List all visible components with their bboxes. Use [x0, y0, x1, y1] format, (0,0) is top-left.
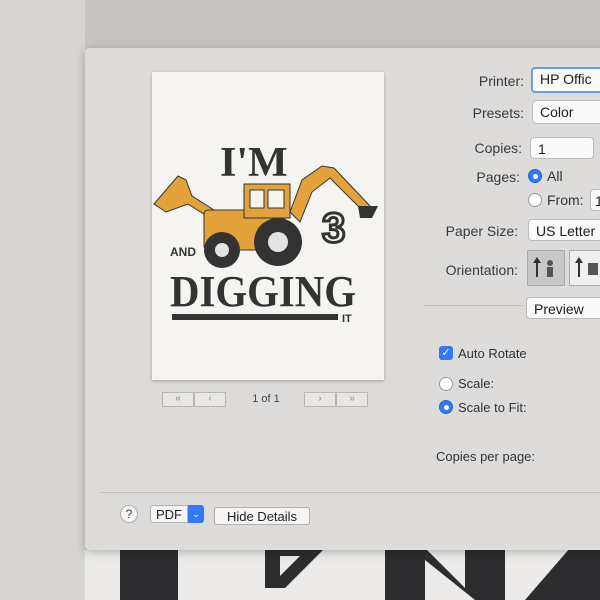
- copies-input[interactable]: 1: [530, 137, 594, 159]
- printer-label: Printer:: [478, 73, 524, 89]
- artwork-underline: [172, 314, 338, 320]
- paper-size-label: Paper Size:: [445, 223, 518, 239]
- previous-page-button[interactable]: ‹: [194, 392, 226, 407]
- hide-details-button[interactable]: Hide Details: [214, 507, 310, 525]
- portrait-icon: [533, 257, 553, 277]
- landscape-orientation-button[interactable]: [569, 250, 600, 286]
- copies-label: Copies:: [474, 140, 522, 156]
- paper-size-select[interactable]: US Letter: [528, 219, 600, 241]
- landscape-icon: [575, 257, 598, 277]
- artwork-title-im: I'M: [220, 140, 288, 186]
- pages-label: Pages:: [476, 169, 520, 185]
- preview-artwork: I'M 3 AND DIGGING IT: [153, 140, 378, 325]
- print-preview-page: I'M 3 AND DIGGING IT: [152, 72, 384, 380]
- pages-from-input[interactable]: 1: [590, 189, 600, 211]
- scale-to-fit-label: Scale to Fit:: [458, 400, 527, 415]
- next-page-button[interactable]: ›: [304, 392, 336, 407]
- background-window: [0, 0, 85, 600]
- background-letter-shape: [385, 548, 600, 600]
- artwork-number: 3: [322, 204, 345, 251]
- artwork-and: AND: [170, 245, 196, 259]
- copies-per-page-label: Copies per page:: [436, 449, 536, 464]
- printer-select[interactable]: HP Offic: [531, 67, 600, 93]
- artwork-digging: DIGGING: [170, 267, 356, 316]
- pages-from-radio[interactable]: [528, 193, 542, 207]
- pager-end: › »: [304, 392, 368, 407]
- footer-separator: [100, 492, 600, 493]
- pages-all-label: All: [547, 168, 563, 184]
- pdf-menu-button[interactable]: PDF: [150, 505, 188, 523]
- separator: [423, 305, 523, 306]
- pages-all-radio[interactable]: [528, 169, 542, 183]
- auto-rotate-label: Auto Rotate: [458, 346, 527, 361]
- orientation-label: Orientation:: [445, 262, 518, 278]
- background-letter-shape: [120, 548, 178, 600]
- background-letter-shape: [265, 548, 325, 588]
- artwork-it: IT: [342, 313, 352, 325]
- chevron-down-icon[interactable]: ⌄: [188, 505, 204, 523]
- pager-start: « ‹: [162, 392, 226, 407]
- last-page-button[interactable]: »: [336, 392, 368, 407]
- presets-select[interactable]: Color: [532, 100, 600, 124]
- portrait-orientation-button[interactable]: [527, 250, 565, 286]
- page-count: 1 of 1: [252, 393, 280, 405]
- help-button[interactable]: ?: [120, 505, 138, 523]
- scale-to-fit-radio[interactable]: [439, 400, 453, 414]
- scale-label: Scale:: [458, 376, 495, 391]
- first-page-button[interactable]: «: [162, 392, 194, 407]
- scale-radio[interactable]: [439, 377, 453, 391]
- pages-from-label: From:: [547, 192, 584, 208]
- auto-rotate-checkbox[interactable]: ✓: [439, 346, 453, 360]
- presets-label: Presets:: [472, 105, 524, 121]
- section-select[interactable]: Preview: [526, 297, 600, 319]
